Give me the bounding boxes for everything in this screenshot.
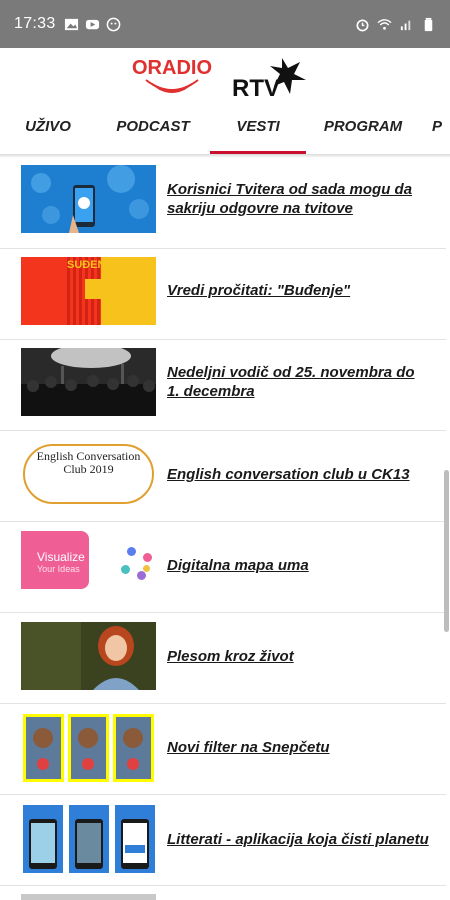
tab-program[interactable]: PROGRAM xyxy=(316,106,410,154)
oradio-logo-text: ORADIO xyxy=(132,57,212,79)
visualize-title: Visualize xyxy=(37,550,85,564)
news-title[interactable]: English conversation club u CK13 xyxy=(167,465,429,484)
list-item[interactable]: SUĐENJE Vredi pročitati: "Buđenje" xyxy=(0,249,446,340)
list-item[interactable]: Novi filter na Snepčetu xyxy=(0,704,446,795)
concert-crowd-thumbnail xyxy=(21,348,156,416)
visualize-subtitle: Your Ideas xyxy=(37,564,80,574)
news-title[interactable]: Litterati - aplikacija koja čisti planet… xyxy=(167,830,429,849)
list-item[interactable]: Visualize Your Ideas Digitalna mapa uma xyxy=(0,522,446,613)
status-left-icons xyxy=(64,17,121,32)
news-list[interactable]: Korisnici Tvitera od sada mogu da sakrij… xyxy=(0,158,450,900)
news-title[interactable]: Digitalna mapa uma xyxy=(167,556,429,575)
status-bar: 17:33 xyxy=(0,0,450,48)
status-time: 17:33 xyxy=(14,15,56,32)
list-item[interactable]: Nedeljni vodič od 25. novembra do 1. dec… xyxy=(0,340,446,431)
news-title[interactable]: Nedeljni vodič od 25. novembra do 1. dec… xyxy=(167,363,429,401)
tab-vesti[interactable]: VESTI xyxy=(222,106,294,154)
rtv-logo-text: RTV xyxy=(232,75,280,100)
english-club-text: English Conversation Club 2019 xyxy=(36,449,141,476)
list-item[interactable]: English Conversation Club 2019 English c… xyxy=(0,431,446,522)
battery-icon xyxy=(424,17,433,31)
status-right-icons xyxy=(355,17,436,32)
news-title[interactable]: Plesom kroz život xyxy=(167,647,429,666)
book-cover-budjenje-thumbnail: SUĐENJE xyxy=(21,257,156,325)
list-item[interactable]: Litterati - aplikacija koja čisti planet… xyxy=(0,795,446,886)
list-scrollbar[interactable] xyxy=(444,470,449,632)
alarm-icon xyxy=(356,18,369,31)
twitter-world-map-thumbnail xyxy=(21,165,156,233)
news-title[interactable]: Novi filter na Snepčetu xyxy=(167,738,429,757)
snapchat-filter-thumbnail xyxy=(21,714,156,782)
list-item[interactable]: Korisnici Tvitera od sada mogu da sakrij… xyxy=(0,158,446,249)
tab-next-partial[interactable]: P xyxy=(432,106,450,154)
book-cover-text: SUĐENJE xyxy=(67,259,119,271)
category-tabs: UŽIVO PODCAST VESTI PROGRAM P xyxy=(0,106,450,154)
news-title[interactable]: Vredi pročitati: "Buđenje" xyxy=(167,281,429,300)
list-item[interactable]: Plesom kroz život xyxy=(0,613,446,704)
signal-icon xyxy=(400,20,411,30)
tab-podcast[interactable]: PODCAST xyxy=(108,106,198,154)
woman-portrait-thumbnail xyxy=(21,622,156,690)
litterati-screens-thumbnail xyxy=(21,805,156,873)
tab-uzivo[interactable]: UŽIVO xyxy=(14,106,82,154)
english-club-thumbnail: English Conversation Club 2019 xyxy=(21,440,156,508)
app-header: ORADIO RTV xyxy=(0,48,450,106)
news-title[interactable]: Korisnici Tvitera od sada mogu da sakrij… xyxy=(167,180,429,218)
image-icon xyxy=(64,18,78,30)
youtube-icon xyxy=(85,19,99,29)
wifi-icon xyxy=(377,18,392,30)
face-icon xyxy=(106,17,120,31)
visualize-ideas-thumbnail: Visualize Your Ideas xyxy=(21,531,156,599)
rtv-logo: RTV xyxy=(232,58,306,100)
next-item-thumbnail-partial xyxy=(21,894,156,900)
oradio-logo: ORADIO xyxy=(132,57,212,93)
